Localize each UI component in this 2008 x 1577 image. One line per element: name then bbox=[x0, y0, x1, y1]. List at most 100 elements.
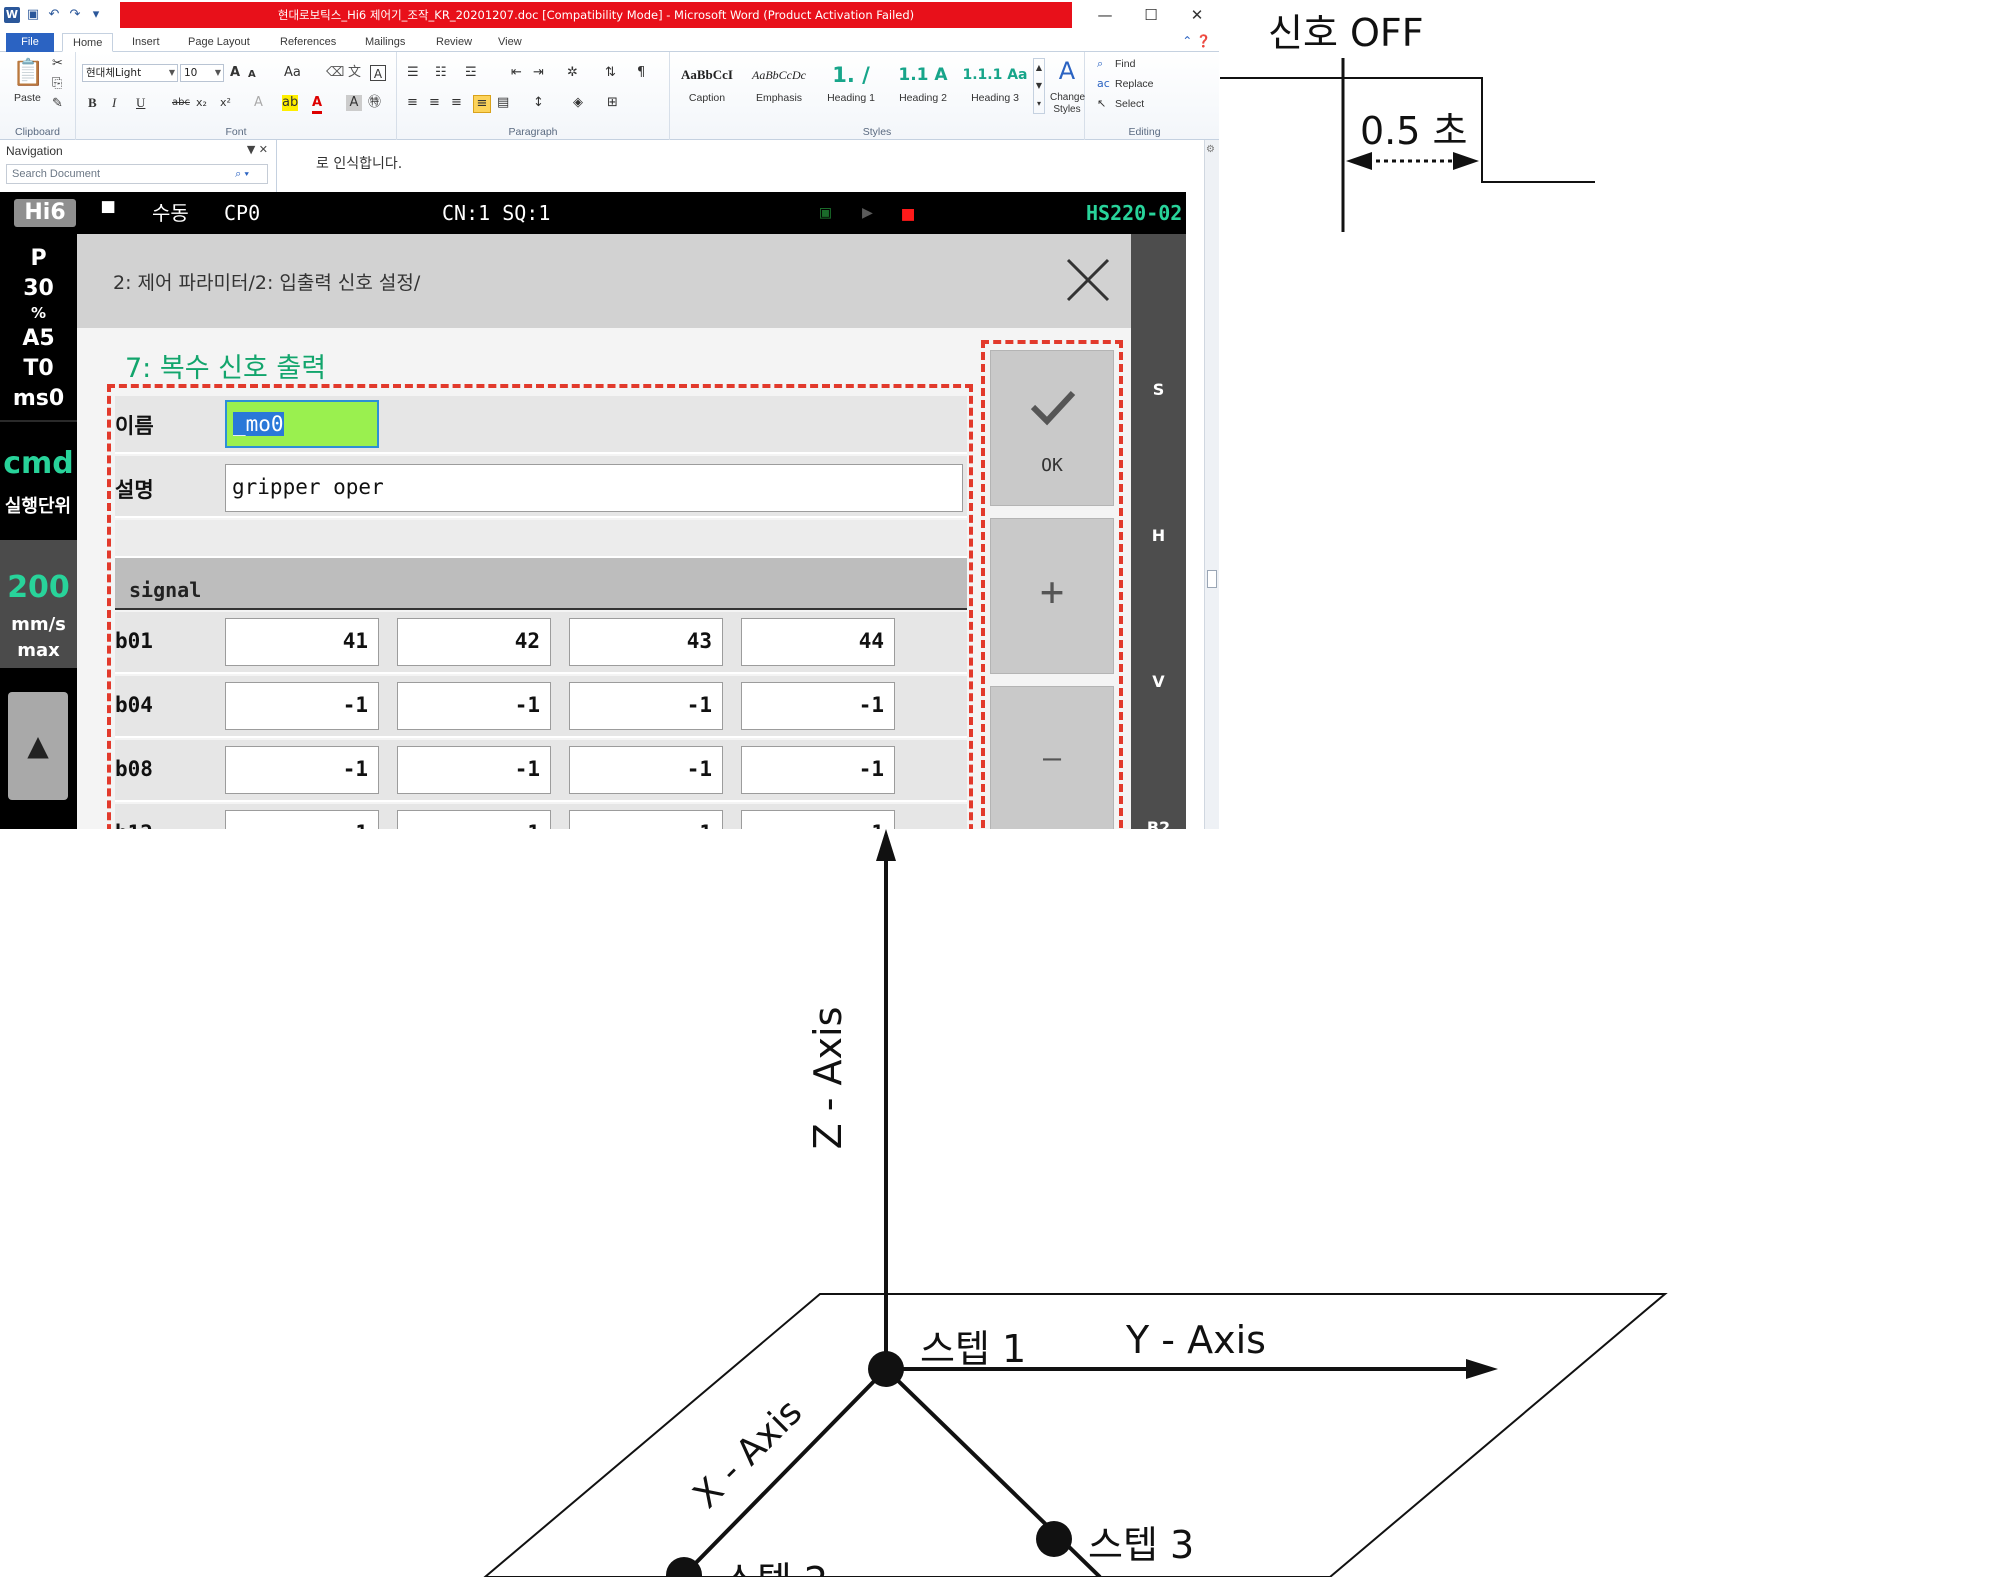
signal-value-field[interactable]: -1 bbox=[397, 746, 551, 794]
close-button[interactable]: ✕ bbox=[1174, 0, 1219, 30]
select-button[interactable]: Select bbox=[1115, 98, 1144, 110]
font-color-icon[interactable]: A bbox=[312, 95, 323, 114]
undo-icon[interactable]: ↶ bbox=[46, 7, 62, 23]
minimize-button[interactable]: — bbox=[1082, 0, 1128, 30]
superscript-icon[interactable]: x² bbox=[220, 95, 231, 111]
char-shading-icon[interactable]: A bbox=[346, 95, 362, 111]
style-heading-2[interactable]: 1.1 A Heading 2 bbox=[888, 58, 958, 116]
save-icon[interactable]: ▣ bbox=[25, 7, 41, 23]
search-document-input[interactable]: Search Document ⌕ ▾ bbox=[6, 164, 268, 184]
text-effects-icon[interactable]: A bbox=[254, 95, 263, 111]
find-button[interactable]: Find bbox=[1115, 58, 1135, 70]
ok-button[interactable]: OK bbox=[990, 350, 1114, 506]
signal-value-field[interactable]: -1 bbox=[397, 810, 551, 829]
signal-value-field[interactable]: -1 bbox=[397, 682, 551, 730]
style-emphasis[interactable]: AaBbCcDc Emphasis bbox=[744, 58, 814, 116]
name-field[interactable]: _mo0 bbox=[225, 400, 379, 448]
replace-button[interactable]: Replace bbox=[1115, 78, 1154, 90]
font-size-select[interactable]: 10 ▼ bbox=[180, 64, 224, 82]
format-painter-icon[interactable]: ✎ bbox=[52, 96, 63, 112]
cut-icon[interactable]: ✂ bbox=[52, 56, 63, 72]
style-heading-3[interactable]: 1.1.1 Aa Heading 3 bbox=[960, 58, 1030, 116]
styles-scroll-icon[interactable]: ▲ ▼ ▾ bbox=[1033, 58, 1045, 114]
help-icon[interactable]: ⌃ ❓ bbox=[1182, 34, 1211, 48]
signal-value-field[interactable]: -1 bbox=[569, 746, 723, 794]
shrink-font-icon[interactable]: A bbox=[248, 67, 256, 83]
decrease-indent-icon[interactable]: ⇤ bbox=[511, 65, 522, 81]
redo-icon[interactable]: ↷ bbox=[67, 7, 83, 23]
phonetic-icon[interactable]: 文 bbox=[348, 65, 361, 81]
italic-icon[interactable]: I bbox=[112, 95, 116, 111]
change-styles-label[interactable]: Change Styles bbox=[1050, 92, 1085, 116]
description-field[interactable]: gripper oper bbox=[225, 464, 963, 512]
nav-pane-controls[interactable]: ▼ ✕ bbox=[247, 143, 268, 156]
tab-references[interactable]: References bbox=[270, 33, 346, 52]
line-spacing-icon[interactable]: ↕ bbox=[533, 95, 544, 111]
up-arrow-button[interactable]: ▲ bbox=[8, 692, 68, 800]
asian-layout-icon[interactable]: ✲ bbox=[567, 65, 578, 81]
multilevel-list-icon[interactable]: ☲ bbox=[465, 65, 477, 81]
signal-value-field[interactable]: 44 bbox=[741, 618, 895, 666]
increase-indent-icon[interactable]: ⇥ bbox=[533, 65, 544, 81]
signal-value-field[interactable]: 41 bbox=[225, 618, 379, 666]
side-key-b2[interactable]: B2 bbox=[1131, 818, 1186, 829]
paste-icon[interactable]: 📋 bbox=[12, 58, 44, 88]
bullets-icon[interactable]: ☰ bbox=[407, 65, 419, 81]
add-button[interactable]: + bbox=[990, 518, 1114, 674]
signal-value-field[interactable]: -1 bbox=[225, 746, 379, 794]
tab-home[interactable]: Home bbox=[62, 33, 114, 52]
signal-value-field[interactable]: -1 bbox=[225, 810, 379, 829]
borders-icon[interactable]: ⊞ bbox=[607, 95, 618, 111]
signal-value-field[interactable]: -1 bbox=[741, 810, 895, 829]
tab-file[interactable]: File bbox=[6, 33, 54, 52]
distributed-icon[interactable]: ▤ bbox=[497, 95, 509, 111]
align-center-icon[interactable]: ≡ bbox=[429, 95, 440, 111]
vertical-scrollbar[interactable]: ⚙ bbox=[1204, 140, 1219, 829]
replace-icon[interactable]: ac bbox=[1097, 76, 1110, 92]
numbering-icon[interactable]: ☷ bbox=[435, 65, 447, 81]
maximize-button[interactable]: ☐ bbox=[1128, 0, 1174, 30]
strikethrough-icon[interactable]: abc bbox=[172, 95, 190, 111]
sort-icon[interactable]: ⇅ bbox=[605, 65, 616, 81]
tab-insert[interactable]: Insert bbox=[122, 33, 170, 52]
ruler-toggle-icon[interactable]: ⚙ bbox=[1206, 144, 1215, 155]
enclose-char-icon[interactable]: ㊕ bbox=[368, 95, 381, 111]
signal-value-field[interactable]: 43 bbox=[569, 618, 723, 666]
change-case-icon[interactable]: Aa bbox=[284, 65, 301, 81]
subscript-icon[interactable]: x₂ bbox=[196, 95, 207, 111]
signal-value-field[interactable]: 42 bbox=[397, 618, 551, 666]
clear-format-icon[interactable]: ⌫ bbox=[326, 65, 344, 81]
justify-icon[interactable]: ≡ bbox=[473, 95, 491, 113]
char-border-icon[interactable]: A bbox=[370, 65, 386, 81]
tab-page-layout[interactable]: Page Layout bbox=[178, 33, 260, 52]
grow-font-icon[interactable]: A bbox=[230, 65, 240, 81]
scrollbar-thumb[interactable] bbox=[1207, 570, 1217, 588]
align-left-icon[interactable]: ≡ bbox=[407, 95, 418, 111]
show-marks-icon[interactable]: ¶ bbox=[637, 65, 645, 81]
side-key-h[interactable]: H bbox=[1131, 526, 1186, 545]
underline-icon[interactable]: U bbox=[136, 95, 145, 111]
signal-value-field[interactable]: -1 bbox=[741, 746, 895, 794]
paste-label[interactable]: Paste bbox=[14, 92, 41, 104]
tab-review[interactable]: Review bbox=[426, 33, 482, 52]
style-caption[interactable]: AaBbCcI Caption bbox=[672, 58, 742, 116]
change-styles-icon[interactable]: A bbox=[1054, 58, 1080, 84]
remove-button[interactable]: — bbox=[990, 686, 1114, 829]
bold-icon[interactable]: B bbox=[88, 95, 97, 111]
signal-value-field[interactable]: -1 bbox=[225, 682, 379, 730]
side-key-v[interactable]: V bbox=[1131, 672, 1186, 691]
font-name-select[interactable]: 현대체Light ▼ bbox=[82, 64, 178, 82]
find-icon[interactable]: ⌕ bbox=[1097, 56, 1103, 72]
close-icon[interactable] bbox=[1062, 254, 1114, 306]
style-heading-1[interactable]: 1. / Heading 1 bbox=[816, 58, 886, 116]
word-icon[interactable]: W bbox=[4, 7, 20, 23]
copy-icon[interactable]: ⎘ bbox=[52, 76, 62, 92]
signal-value-field[interactable]: -1 bbox=[569, 682, 723, 730]
signal-value-field[interactable]: -1 bbox=[741, 682, 895, 730]
highlight-icon[interactable]: ab bbox=[282, 95, 298, 111]
tab-view[interactable]: View bbox=[488, 33, 532, 52]
select-icon[interactable]: ↖ bbox=[1097, 96, 1106, 112]
shading-icon[interactable]: ◈ bbox=[573, 95, 583, 111]
signal-value-field[interactable]: -1 bbox=[569, 810, 723, 829]
align-right-icon[interactable]: ≡ bbox=[451, 95, 462, 111]
